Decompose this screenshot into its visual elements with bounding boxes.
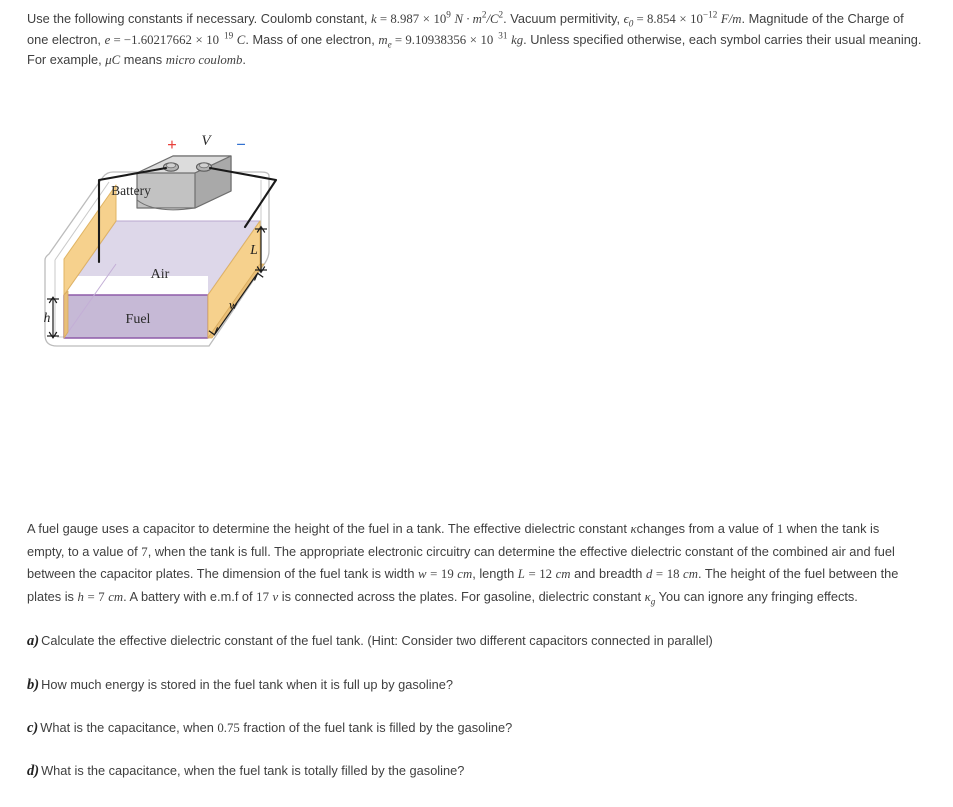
dimension-height-h-label: h [44,310,51,325]
question-b-label: b) [27,677,40,693]
width-value: 19 [440,567,454,581]
coulomb-exponent: 9 [446,9,451,20]
question-c-label: c) [27,720,39,736]
battery-minus-label: − [236,135,246,154]
electron-mass-value: 9.10938356 [405,32,467,47]
coulomb-units-denominator: /C [486,12,499,26]
question-d: d) What is the capacitance, when the fuel… [27,761,917,781]
problem-statement: A fuel gauge uses a capacitor to determi… [27,518,917,608]
electron-mass-units: kg [511,32,524,47]
width-symbol: w [418,567,427,581]
permittivity-lead-text: Vacuum permitivity, [510,11,621,26]
problem-sentence-6: and breadth [574,566,643,581]
constants-lead-text: Use the following constants if necessary… [27,11,368,26]
electron-charge-value: −1.60217662 [123,32,192,47]
constants-header: Use the following constants if necessary… [27,9,922,67]
question-d-text: What is the capacitance, when the fuel t… [41,763,465,778]
constants-tail-text-3: . [242,52,246,67]
question-c-fraction-value: 0.75 [217,721,240,735]
problem-sentence-8: . A battery with e.m.f of [123,588,253,604]
height-unit: cm [108,589,124,604]
electron-charge-base: 10 [206,32,220,47]
question-c-text-post: fraction of the fuel tank is filled by t… [243,720,513,735]
multiplication-sign: × [422,12,430,26]
fuel-caption: Fuel [126,312,151,327]
length-equals: = [528,567,536,581]
coulomb-units: N · m [454,12,482,26]
problem-sentence-2: changes from a value of [636,521,774,536]
battery-caption: Battery [111,183,151,198]
microcoulomb-words: micro coulomb [165,53,243,67]
height-value: 7 [98,589,105,604]
electron-mass-base: 10 [480,32,494,47]
length-unit: cm [555,567,571,581]
question-a-label: a) [27,633,40,649]
question-a-text: Calculate the effective dielectric const… [41,633,713,648]
mass-lead-text: Mass of one electron, [252,31,375,47]
emf-value: 17 [256,589,269,604]
dimension-width-w-label: w [229,298,238,312]
emf-unit: v [272,589,279,604]
problem-sentence-1: A fuel gauge uses a capacitor to determi… [27,521,627,536]
breadth-value: 18 [666,567,680,581]
air-caption: Air [151,267,170,282]
constants-tail-text-2: means [123,52,163,67]
problem-sentence-10: You can ignore any fringing effects. [658,588,858,604]
problem-sentence-9: is connected across the plates. For gaso… [281,588,641,604]
microcoulomb-symbol: μC [105,53,121,67]
breadth-equals: = [655,567,664,581]
electron-mass-symbol: m [378,32,388,47]
coulomb-base: 10 [433,12,447,26]
question-b-text: How much energy is stored in the fuel ta… [41,677,453,692]
breadth-unit: cm [683,567,698,581]
breadth-symbol: d [645,567,653,581]
fuel-tank-capacitor-diagram: + − V Battery Air Fuel L w h [33,88,313,358]
length-symbol: L [517,567,525,581]
permittivity-value: 8.854 [646,12,676,26]
electron-charge-exponent: 19 [224,30,234,41]
permittivity-exponent: −12 [702,9,718,20]
battery-voltage-label: V [201,133,212,149]
kappa-empty-value: 1 [776,522,784,536]
kappa-gasoline-subscript: g [650,596,656,607]
length-value: 12 [539,567,553,581]
problem-sentence-5: , length [472,566,515,581]
width-equals: = [430,567,438,581]
permittivity-base: 10 [690,12,703,26]
question-d-label: d) [27,763,40,779]
permittivity-units: F/m [720,12,742,26]
dimension-length-L-label: L [249,242,258,257]
coulomb-constant-value: 8.987 [390,12,420,26]
question-c: c) What is the capacitance, when 0.75 fra… [27,718,917,738]
height-symbol: h [77,589,84,604]
question-b: b) How much energy is stored in the fuel … [27,675,917,695]
question-c-text-pre: What is the capacitance, when [40,720,214,735]
battery-plus-label: + [167,135,177,154]
battery [136,155,232,211]
height-equals: = [87,589,95,604]
width-unit: cm [457,567,473,581]
electron-mass-exponent: 31 [498,30,508,41]
question-a: a) Calculate the effective dielectric con… [27,631,917,651]
